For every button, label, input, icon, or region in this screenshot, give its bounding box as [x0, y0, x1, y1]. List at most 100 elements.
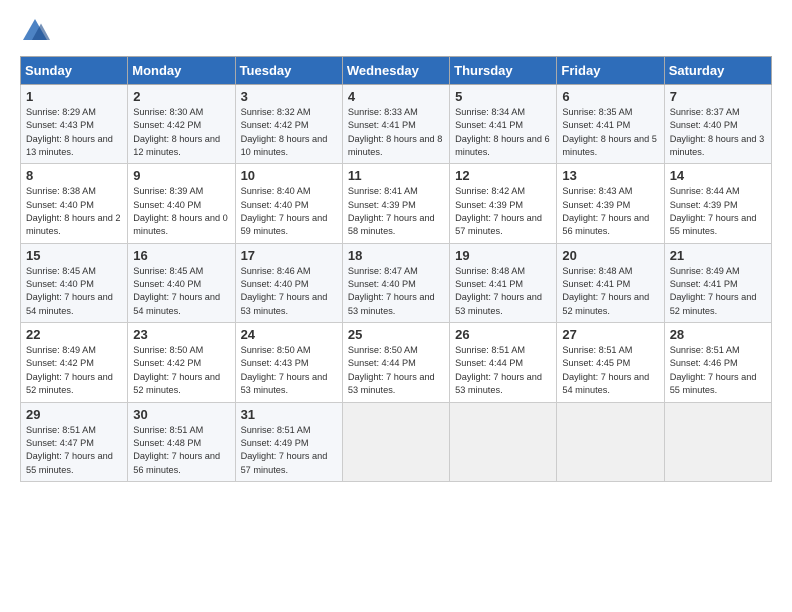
day-number: 29	[26, 407, 123, 422]
day-detail: Sunrise: 8:48 AMSunset: 4:41 PMDaylight:…	[562, 265, 659, 318]
calendar-cell: 24Sunrise: 8:50 AMSunset: 4:43 PMDayligh…	[235, 323, 342, 402]
calendar-cell: 5 Sunrise: 8:34 AMSunset: 4:41 PMDaylight…	[450, 85, 557, 164]
day-number: 10	[241, 168, 338, 183]
day-detail: Sunrise: 8:39 AMSunset: 4:40 PMDaylight:…	[133, 185, 230, 238]
day-number: 23	[133, 327, 230, 342]
calendar-cell: 10 Sunrise: 8:40 AMSunset: 4:40 PMDayligh…	[235, 164, 342, 243]
day-detail: Sunrise: 8:34 AMSunset: 4:41 PMDaylight:…	[455, 106, 552, 159]
day-detail: Sunrise: 8:41 AMSunset: 4:39 PMDaylight:…	[348, 185, 445, 238]
day-detail: Sunrise: 8:47 AMSunset: 4:40 PMDaylight:…	[348, 265, 445, 318]
day-detail: Sunrise: 8:51 AMSunset: 4:47 PMDaylight:…	[26, 424, 123, 477]
day-detail: Sunrise: 8:50 AMSunset: 4:42 PMDaylight:…	[133, 344, 230, 397]
day-number: 30	[133, 407, 230, 422]
col-header-monday: Monday	[128, 57, 235, 85]
day-number: 21	[670, 248, 767, 263]
col-header-thursday: Thursday	[450, 57, 557, 85]
col-header-wednesday: Wednesday	[342, 57, 449, 85]
calendar-header: SundayMondayTuesdayWednesdayThursdayFrid…	[21, 57, 772, 85]
col-header-sunday: Sunday	[21, 57, 128, 85]
calendar-cell: 13 Sunrise: 8:43 AMSunset: 4:39 PMDayligh…	[557, 164, 664, 243]
day-number: 6	[562, 89, 659, 104]
day-detail: Sunrise: 8:46 AMSunset: 4:40 PMDaylight:…	[241, 265, 338, 318]
day-number: 5	[455, 89, 552, 104]
calendar-cell: 8Sunrise: 8:38 AMSunset: 4:40 PMDaylight…	[21, 164, 128, 243]
day-detail: Sunrise: 8:29 AMSunset: 4:43 PMDaylight:…	[26, 106, 123, 159]
calendar-cell: 28Sunrise: 8:51 AMSunset: 4:46 PMDayligh…	[664, 323, 771, 402]
week-row-5: 29 Sunrise: 8:51 AMSunset: 4:47 PMDayligh…	[21, 402, 772, 481]
calendar-cell: 26Sunrise: 8:51 AMSunset: 4:44 PMDayligh…	[450, 323, 557, 402]
week-row-1: 1Sunrise: 8:29 AMSunset: 4:43 PMDaylight…	[21, 85, 772, 164]
calendar-body: 1Sunrise: 8:29 AMSunset: 4:43 PMDaylight…	[21, 85, 772, 482]
calendar-cell: 7 Sunrise: 8:37 AMSunset: 4:40 PMDaylight…	[664, 85, 771, 164]
page-container: SundayMondayTuesdayWednesdayThursdayFrid…	[0, 0, 792, 492]
day-number: 4	[348, 89, 445, 104]
day-number: 14	[670, 168, 767, 183]
calendar-cell: 27 Sunrise: 8:51 AMSunset: 4:45 PMDayligh…	[557, 323, 664, 402]
col-header-saturday: Saturday	[664, 57, 771, 85]
day-number: 11	[348, 168, 445, 183]
day-detail: Sunrise: 8:33 AMSunset: 4:41 PMDaylight:…	[348, 106, 445, 159]
day-detail: Sunrise: 8:30 AMSunset: 4:42 PMDaylight:…	[133, 106, 230, 159]
logo-icon	[20, 16, 50, 46]
day-number: 22	[26, 327, 123, 342]
calendar-cell: 31 Sunrise: 8:51 AMSunset: 4:49 PMDayligh…	[235, 402, 342, 481]
calendar-cell: 19 Sunrise: 8:48 AMSunset: 4:41 PMDayligh…	[450, 243, 557, 322]
calendar-cell: 4 Sunrise: 8:33 AMSunset: 4:41 PMDaylight…	[342, 85, 449, 164]
day-detail: Sunrise: 8:35 AMSunset: 4:41 PMDaylight:…	[562, 106, 659, 159]
calendar-cell: 17 Sunrise: 8:46 AMSunset: 4:40 PMDayligh…	[235, 243, 342, 322]
header	[20, 16, 772, 46]
calendar-cell: 18 Sunrise: 8:47 AMSunset: 4:40 PMDayligh…	[342, 243, 449, 322]
day-number: 27	[562, 327, 659, 342]
day-detail: Sunrise: 8:50 AMSunset: 4:43 PMDaylight:…	[241, 344, 338, 397]
day-number: 19	[455, 248, 552, 263]
calendar-cell	[342, 402, 449, 481]
day-detail: Sunrise: 8:37 AMSunset: 4:40 PMDaylight:…	[670, 106, 767, 159]
logo	[20, 16, 54, 46]
day-detail: Sunrise: 8:51 AMSunset: 4:48 PMDaylight:…	[133, 424, 230, 477]
day-number: 18	[348, 248, 445, 263]
week-row-2: 8Sunrise: 8:38 AMSunset: 4:40 PMDaylight…	[21, 164, 772, 243]
day-number: 7	[670, 89, 767, 104]
calendar-cell: 14Sunrise: 8:44 AMSunset: 4:39 PMDayligh…	[664, 164, 771, 243]
calendar-cell: 23 Sunrise: 8:50 AMSunset: 4:42 PMDayligh…	[128, 323, 235, 402]
day-number: 2	[133, 89, 230, 104]
day-number: 25	[348, 327, 445, 342]
day-detail: Sunrise: 8:51 AMSunset: 4:45 PMDaylight:…	[562, 344, 659, 397]
header-row: SundayMondayTuesdayWednesdayThursdayFrid…	[21, 57, 772, 85]
day-number: 8	[26, 168, 123, 183]
calendar-cell: 25 Sunrise: 8:50 AMSunset: 4:44 PMDayligh…	[342, 323, 449, 402]
day-detail: Sunrise: 8:43 AMSunset: 4:39 PMDaylight:…	[562, 185, 659, 238]
day-detail: Sunrise: 8:49 AMSunset: 4:42 PMDaylight:…	[26, 344, 123, 397]
day-detail: Sunrise: 8:49 AMSunset: 4:41 PMDaylight:…	[670, 265, 767, 318]
calendar-cell: 20 Sunrise: 8:48 AMSunset: 4:41 PMDayligh…	[557, 243, 664, 322]
day-number: 31	[241, 407, 338, 422]
calendar-cell: 6 Sunrise: 8:35 AMSunset: 4:41 PMDaylight…	[557, 85, 664, 164]
day-number: 15	[26, 248, 123, 263]
col-header-friday: Friday	[557, 57, 664, 85]
calendar-cell	[450, 402, 557, 481]
day-number: 12	[455, 168, 552, 183]
calendar-cell	[664, 402, 771, 481]
day-detail: Sunrise: 8:40 AMSunset: 4:40 PMDaylight:…	[241, 185, 338, 238]
day-detail: Sunrise: 8:51 AMSunset: 4:46 PMDaylight:…	[670, 344, 767, 397]
day-number: 16	[133, 248, 230, 263]
day-detail: Sunrise: 8:48 AMSunset: 4:41 PMDaylight:…	[455, 265, 552, 318]
calendar-cell: 29 Sunrise: 8:51 AMSunset: 4:47 PMDayligh…	[21, 402, 128, 481]
day-number: 13	[562, 168, 659, 183]
calendar-cell: 30 Sunrise: 8:51 AMSunset: 4:48 PMDayligh…	[128, 402, 235, 481]
day-detail: Sunrise: 8:45 AMSunset: 4:40 PMDaylight:…	[133, 265, 230, 318]
day-detail: Sunrise: 8:42 AMSunset: 4:39 PMDaylight:…	[455, 185, 552, 238]
day-detail: Sunrise: 8:51 AMSunset: 4:44 PMDaylight:…	[455, 344, 552, 397]
week-row-4: 22 Sunrise: 8:49 AMSunset: 4:42 PMDayligh…	[21, 323, 772, 402]
day-number: 3	[241, 89, 338, 104]
day-number: 20	[562, 248, 659, 263]
calendar-cell: 1Sunrise: 8:29 AMSunset: 4:43 PMDaylight…	[21, 85, 128, 164]
day-detail: Sunrise: 8:50 AMSunset: 4:44 PMDaylight:…	[348, 344, 445, 397]
day-detail: Sunrise: 8:51 AMSunset: 4:49 PMDaylight:…	[241, 424, 338, 477]
day-detail: Sunrise: 8:32 AMSunset: 4:42 PMDaylight:…	[241, 106, 338, 159]
day-number: 17	[241, 248, 338, 263]
calendar-cell: 15 Sunrise: 8:45 AMSunset: 4:40 PMDayligh…	[21, 243, 128, 322]
calendar-table: SundayMondayTuesdayWednesdayThursdayFrid…	[20, 56, 772, 482]
day-detail: Sunrise: 8:45 AMSunset: 4:40 PMDaylight:…	[26, 265, 123, 318]
calendar-cell: 3 Sunrise: 8:32 AMSunset: 4:42 PMDaylight…	[235, 85, 342, 164]
